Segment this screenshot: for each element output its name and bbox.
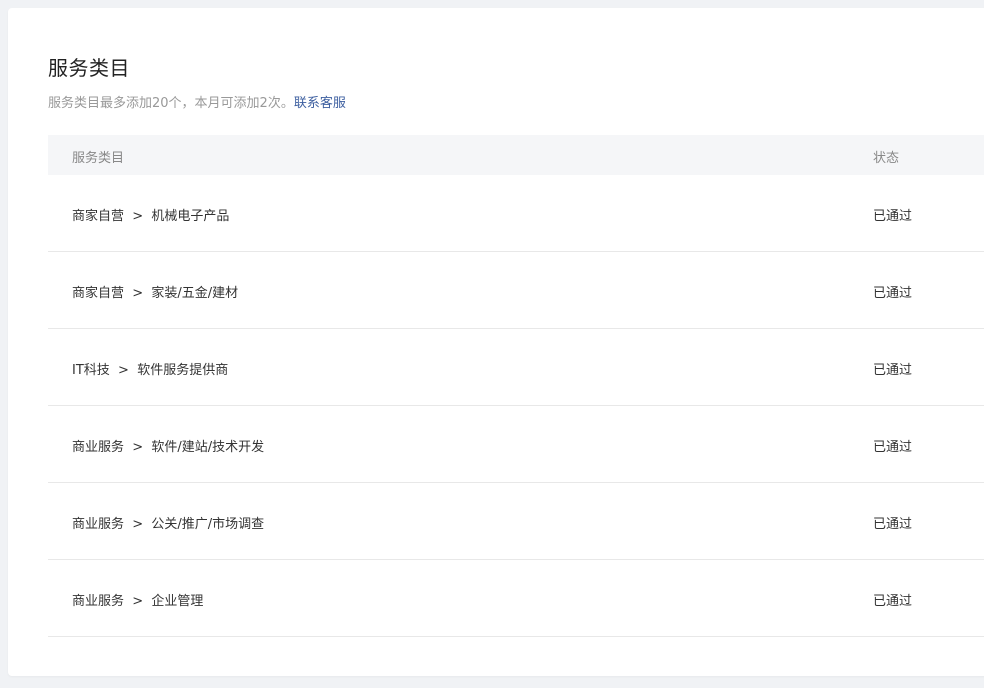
row-category: 商业服务 > 企业管理 [72, 594, 204, 609]
page-title: 服务类目 [48, 56, 130, 80]
row-status: 已通过 [873, 440, 913, 455]
row-category: 商家自营 > 机械电子产品 [72, 209, 230, 224]
row-status: 已通过 [873, 517, 913, 532]
contact-support-link[interactable]: 联系客服 [294, 96, 346, 111]
table-row: 商家自营 > 机械电子产品 已通过 [48, 175, 984, 252]
row-category: 商业服务 > 公关/推广/市场调查 [72, 517, 265, 532]
page-subtitle: 服务类目最多添加20个，本月可添加2次。联系客服 [48, 92, 346, 111]
row-status: 已通过 [873, 594, 913, 609]
table-row: 商家自营 > 家装/五金/建材 已通过 [48, 252, 984, 329]
header-status: 状态 [873, 151, 900, 166]
subtitle-text: 服务类目最多添加20个，本月可添加2次。 [48, 96, 294, 111]
table-row: 商业服务 > 软件/建站/技术开发 已通过 [48, 406, 984, 483]
row-category: IT科技 > 软件服务提供商 [72, 363, 229, 378]
row-status: 已通过 [873, 209, 913, 224]
row-category: 商业服务 > 软件/建站/技术开发 [72, 440, 265, 455]
table-header: 服务类目 状态 [48, 135, 984, 175]
row-category: 商家自营 > 家装/五金/建材 [72, 286, 239, 301]
row-status: 已通过 [873, 286, 913, 301]
table-row: IT科技 > 软件服务提供商 已通过 [48, 329, 984, 406]
table-row: 商业服务 > 企业管理 已通过 [48, 560, 984, 637]
table-row: 商业服务 > 公关/推广/市场调查 已通过 [48, 483, 984, 560]
row-status: 已通过 [873, 363, 913, 378]
category-table: 服务类目 状态 商家自营 > 机械电子产品 已通过 商家自营 > 家装/五金/建… [48, 135, 984, 637]
header-category: 服务类目 [72, 151, 125, 166]
service-category-card: 服务类目 服务类目最多添加20个，本月可添加2次。联系客服 服务类目 状态 商家… [8, 8, 984, 676]
